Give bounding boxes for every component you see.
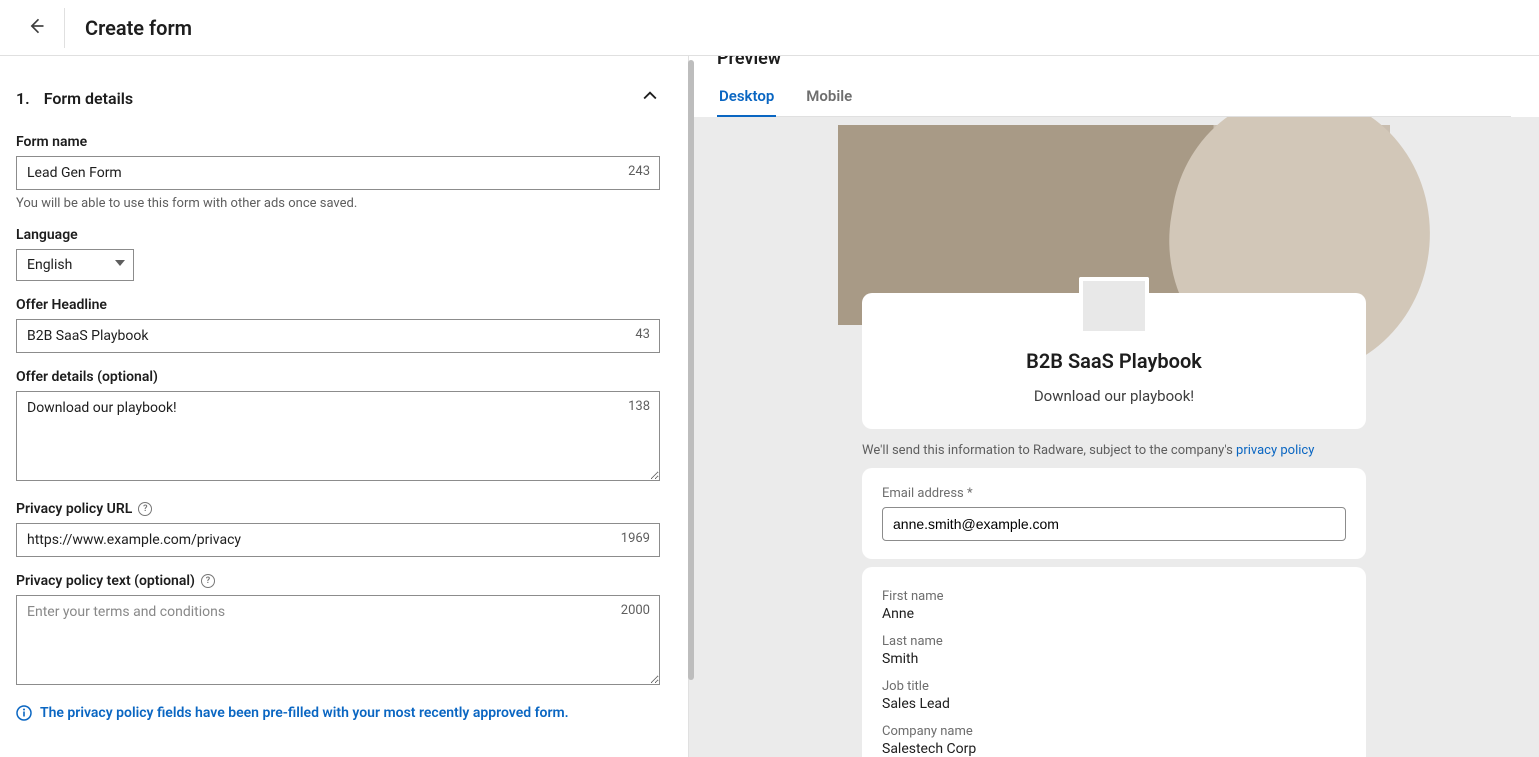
privacy-note-text: We'll send this information to Radware, …	[862, 443, 1236, 458]
help-icon[interactable]: ?	[138, 502, 152, 516]
preview-email-label: Email address *	[882, 486, 1346, 501]
headline-input[interactable]	[16, 319, 660, 353]
details-label: Offer details (optional)	[16, 369, 660, 385]
preview-field-value: Anne	[882, 606, 1346, 622]
preview-privacy-note: We'll send this information to Radware, …	[862, 443, 1366, 458]
preview-email-card: Email address *	[862, 468, 1366, 559]
topbar-divider	[64, 8, 65, 48]
preview-field-value: Sales Lead	[882, 696, 1346, 712]
section-header[interactable]: 1. Form details	[16, 86, 660, 110]
preview-field-item: First name Anne	[882, 583, 1346, 628]
preview-field-item: Last name Smith	[882, 628, 1346, 673]
scrollbar[interactable]	[688, 56, 696, 757]
privacy-text-label: Privacy policy text (optional)	[16, 573, 195, 589]
privacy-text-textarea[interactable]	[16, 595, 660, 685]
language-select[interactable]: English	[16, 249, 134, 281]
preview-fields-group: First name Anne Last name Smith Job titl…	[862, 567, 1366, 757]
avatar-placeholder	[1079, 277, 1149, 331]
details-textarea[interactable]	[16, 391, 660, 481]
preview-field-label: First name	[882, 589, 1346, 604]
form-name-label: Form name	[16, 134, 660, 150]
preview-field-item: Company name Salestech Corp	[882, 718, 1346, 757]
form-name-helper: You will be able to use this form with o…	[16, 196, 660, 211]
preview-field-value: Smith	[882, 651, 1346, 667]
tab-mobile[interactable]: Mobile	[804, 77, 854, 117]
privacy-url-label: Privacy policy URL	[16, 501, 132, 517]
form-name-input[interactable]	[16, 156, 660, 190]
page-title: Create form	[85, 16, 192, 40]
arrow-left-icon	[26, 16, 46, 40]
language-label: Language	[16, 227, 660, 243]
preview-title: Preview	[717, 56, 1511, 69]
preview-headline: B2B SaaS Playbook	[886, 349, 1342, 373]
preview-field-label: Company name	[882, 724, 1346, 739]
tab-desktop[interactable]: Desktop	[717, 77, 776, 117]
chevron-up-icon	[640, 86, 660, 110]
preview-email-input[interactable]	[882, 507, 1346, 541]
back-button[interactable]	[16, 8, 56, 48]
preview-field-label: Last name	[882, 634, 1346, 649]
preview-field-item: Job title Sales Lead	[882, 673, 1346, 718]
privacy-policy-link[interactable]: privacy policy	[1236, 443, 1314, 458]
info-icon	[16, 705, 32, 721]
preview-field-label: Job title	[882, 679, 1346, 694]
scrollbar-thumb[interactable]	[688, 60, 694, 680]
privacy-url-input[interactable]	[16, 523, 660, 557]
help-icon[interactable]: ?	[201, 574, 215, 588]
preview-sub: Download our playbook!	[886, 387, 1342, 405]
section-number: 1.	[16, 89, 30, 108]
info-banner-text: The privacy policy fields have been pre-…	[40, 705, 569, 721]
preview-field-value: Salestech Corp	[882, 741, 1346, 757]
headline-label: Offer Headline	[16, 297, 660, 313]
section-title: Form details	[44, 89, 133, 108]
